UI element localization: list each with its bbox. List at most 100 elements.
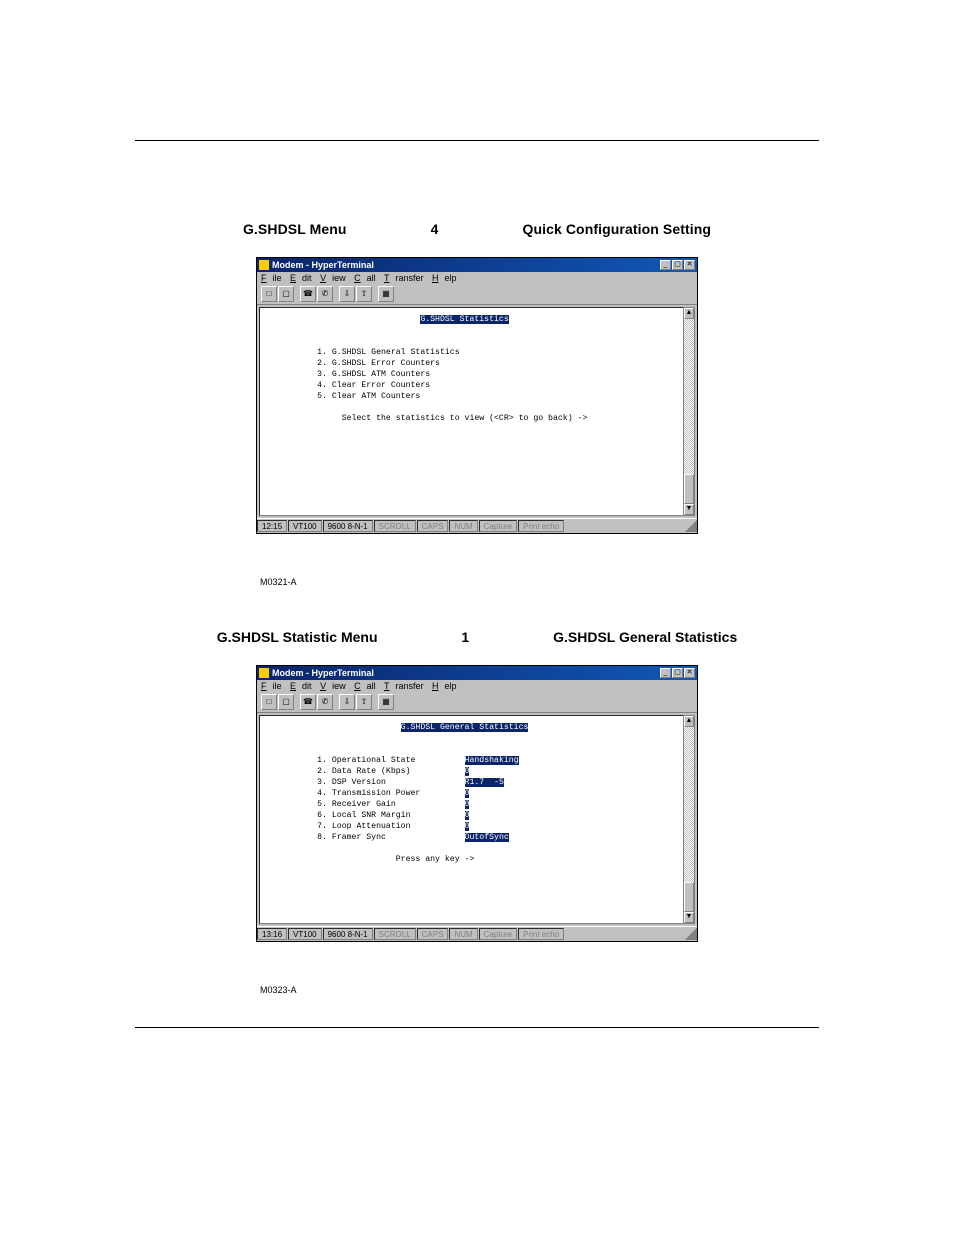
caption1-mid: 4 — [431, 221, 439, 237]
term2-header: G.SHDSL General Statistics — [401, 723, 529, 732]
menu-transfer[interactable]: Transfer — [384, 681, 424, 691]
close-button[interactable]: ✕ — [684, 260, 695, 270]
status-emulation: VT100 — [288, 928, 322, 940]
menu-call[interactable]: Call — [354, 681, 376, 691]
menubar[interactable]: File Edit View Call Transfer Help — [257, 272, 697, 284]
menu-edit[interactable]: Edit — [290, 273, 312, 283]
toolbar-connect-icon[interactable]: ☎ — [300, 286, 316, 302]
status-port: 9600 8-N-1 — [323, 928, 373, 940]
figure-caption-1: G.SHDSL Menu 4 Quick Configuration Setti… — [135, 221, 819, 237]
scroll-up-icon[interactable]: ▲ — [684, 716, 694, 727]
status-time: 12:15 — [257, 520, 287, 532]
term2-prompt: Press any key -> — [396, 855, 475, 864]
toolbar-new-icon[interactable]: □ — [261, 694, 277, 710]
scroll-thumb[interactable] — [684, 882, 694, 912]
term2-value: OutofSync — [465, 833, 509, 842]
term1-item-4: 4. Clear Error Counters — [317, 381, 430, 390]
minimize-button[interactable]: _ — [660, 260, 671, 270]
scrollbar[interactable]: ▲ ▼ — [683, 715, 695, 924]
caption1-left: G.SHDSL Menu — [243, 221, 347, 237]
scroll-up-icon[interactable]: ▲ — [684, 308, 694, 319]
status-port: 9600 8-N-1 — [323, 520, 373, 532]
toolbar-new-icon[interactable]: □ — [261, 286, 277, 302]
toolbar-connect-icon[interactable]: ☎ — [300, 694, 316, 710]
resize-grip-icon[interactable] — [685, 928, 697, 940]
menu-file[interactable]: File — [261, 681, 282, 691]
titlebar[interactable]: Modem - HyperTerminal _ ▢ ✕ — [257, 666, 697, 680]
app-icon — [259, 668, 269, 678]
term1-header: G.SHDSL Statistics — [420, 315, 508, 324]
scroll-thumb[interactable] — [684, 474, 694, 504]
status-print: Print echo — [518, 928, 564, 940]
caption2-left: G.SHDSL Statistic Menu — [217, 629, 378, 645]
window-title: Modem - HyperTerminal — [272, 260, 660, 270]
menu-edit[interactable]: Edit — [290, 681, 312, 691]
toolbar-receive-icon[interactable]: ⇧ — [356, 286, 372, 302]
maximize-button[interactable]: ▢ — [672, 668, 683, 678]
menu-help[interactable]: Help — [432, 273, 457, 283]
resize-grip-icon[interactable] — [685, 520, 697, 532]
close-button[interactable]: ✕ — [684, 668, 695, 678]
hyperterminal-window-2: Modem - HyperTerminal _ ▢ ✕ File Edit Vi… — [256, 665, 698, 942]
toolbar-properties-icon[interactable]: ▦ — [378, 286, 394, 302]
statusbar: 13:16 VT100 9600 8-N-1 SCROLL CAPS NUM C… — [257, 926, 697, 941]
status-time: 13:16 — [257, 928, 287, 940]
term2-value: 0 — [465, 822, 470, 831]
terminal-output[interactable]: G.SHDSL Statistics 1. G.SHDSL General St… — [259, 307, 695, 516]
minimize-button[interactable]: _ — [660, 668, 671, 678]
toolbar-open-icon[interactable]: ▢ — [278, 286, 294, 302]
toolbar: □ ▢ ☎ ✆ ⇩ ⇧ ▦ — [257, 692, 697, 713]
term1-prompt: Select the statistics to view (<CR> to g… — [342, 414, 588, 423]
maximize-button[interactable]: ▢ — [672, 260, 683, 270]
scroll-down-icon[interactable]: ▼ — [684, 504, 694, 515]
terminal-output[interactable]: G.SHDSL General Statistics 1. Operationa… — [259, 715, 695, 924]
titlebar[interactable]: Modem - HyperTerminal _ ▢ ✕ — [257, 258, 697, 272]
toolbar-send-icon[interactable]: ⇩ — [339, 286, 355, 302]
menu-help[interactable]: Help — [432, 681, 457, 691]
status-num: NUM — [449, 928, 477, 940]
scroll-down-icon[interactable]: ▼ — [684, 912, 694, 923]
term1-item-2: 2. G.SHDSL Error Counters — [317, 359, 440, 368]
status-print: Print echo — [518, 520, 564, 532]
term2-value: 0 — [465, 767, 470, 776]
toolbar-receive-icon[interactable]: ⇧ — [356, 694, 372, 710]
term2-value: 0 — [465, 800, 470, 809]
status-capture: Capture — [479, 928, 517, 940]
menu-view[interactable]: View — [320, 681, 346, 691]
figure-caption-2: G.SHDSL Statistic Menu 1 G.SHDSL General… — [135, 629, 819, 645]
term2-value: 0 — [465, 789, 470, 798]
menu-call[interactable]: Call — [354, 273, 376, 283]
term2-value: R1.7 -5 — [465, 778, 504, 787]
scrollbar[interactable]: ▲ ▼ — [683, 307, 695, 516]
status-emulation: VT100 — [288, 520, 322, 532]
menu-file[interactable]: File — [261, 273, 282, 283]
toolbar-open-icon[interactable]: ▢ — [278, 694, 294, 710]
image-label-1: M0321-A — [260, 577, 821, 587]
status-scroll: SCROLL — [374, 928, 416, 940]
status-caps: CAPS — [417, 928, 449, 940]
rule-top — [135, 140, 819, 141]
caption2-mid: 1 — [461, 629, 469, 645]
term2-value: 0 — [465, 811, 470, 820]
term2-value: Handshaking — [465, 756, 519, 765]
menu-transfer[interactable]: Transfer — [384, 273, 424, 283]
hyperterminal-window-1: Modem - HyperTerminal _ ▢ ✕ File Edit Vi… — [256, 257, 698, 534]
term1-item-3: 3. G.SHDSL ATM Counters — [317, 370, 430, 379]
status-scroll: SCROLL — [374, 520, 416, 532]
toolbar: □ ▢ ☎ ✆ ⇩ ⇧ ▦ — [257, 284, 697, 305]
caption1-right: Quick Configuration Setting — [522, 221, 711, 237]
rule-bottom — [135, 1027, 819, 1028]
toolbar-disconnect-icon[interactable]: ✆ — [317, 286, 333, 302]
window-title: Modem - HyperTerminal — [272, 668, 660, 678]
toolbar-send-icon[interactable]: ⇩ — [339, 694, 355, 710]
status-num: NUM — [449, 520, 477, 532]
menu-view[interactable]: View — [320, 273, 346, 283]
app-icon — [259, 260, 269, 270]
toolbar-disconnect-icon[interactable]: ✆ — [317, 694, 333, 710]
status-capture: Capture — [479, 520, 517, 532]
statusbar: 12:15 VT100 9600 8-N-1 SCROLL CAPS NUM C… — [257, 518, 697, 533]
menubar[interactable]: File Edit View Call Transfer Help — [257, 680, 697, 692]
term1-item-1: 1. G.SHDSL General Statistics — [317, 348, 460, 357]
toolbar-properties-icon[interactable]: ▦ — [378, 694, 394, 710]
caption2-right: G.SHDSL General Statistics — [553, 629, 737, 645]
